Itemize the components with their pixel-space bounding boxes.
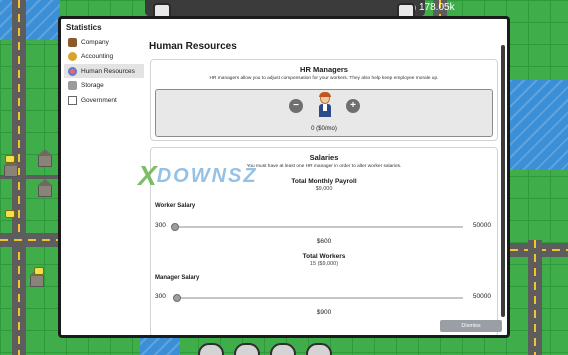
sidebar-item-label: Company	[81, 38, 109, 46]
salaries-panel: Salaries You must have at least one HR m…	[150, 147, 498, 335]
toolbar-button[interactable]	[306, 343, 332, 355]
house[interactable]	[37, 149, 53, 167]
manager-salary-label: Manager Salary	[155, 275, 200, 281]
worker-salary-handle[interactable]	[170, 223, 179, 231]
dismiss-button[interactable]: Dismiss	[440, 320, 502, 332]
total-payroll-value: $9,000	[315, 186, 333, 192]
total-workers-label: Total Workers	[302, 253, 346, 260]
manager-salary-min: 300	[155, 293, 166, 300]
money-value: 178.05k	[419, 2, 455, 13]
sidebar-item-label: Storage	[81, 82, 104, 89]
page-title: Human Resources	[149, 41, 237, 52]
worker-salary-slider[interactable]: 300 50000	[155, 222, 491, 232]
manager-salary-handle[interactable]	[172, 294, 181, 302]
sidebar-item-storage[interactable]: Storage	[64, 79, 144, 93]
house[interactable]	[29, 269, 45, 287]
hr-managers-control: − + 0 ($0/mo)	[155, 89, 493, 137]
toolbar-button[interactable]	[270, 343, 296, 355]
briefcase-icon	[68, 37, 77, 47]
government-icon	[68, 95, 77, 105]
sidebar-item-company[interactable]: Company	[64, 35, 144, 49]
sidebar-item-accounting[interactable]: Accounting	[64, 50, 144, 64]
worker-salary-track[interactable]	[170, 223, 463, 231]
hr-manager-count: 0 ($0/mo)	[311, 126, 337, 132]
water-tile	[510, 80, 568, 170]
manager-salary-value: $900	[316, 309, 332, 316]
hr-managers-description: HR managers allow you to adjust compensa…	[209, 76, 439, 81]
notification-icon[interactable]	[5, 210, 15, 218]
house[interactable]	[37, 179, 53, 197]
road	[0, 233, 60, 247]
decrease-hr-button[interactable]: −	[289, 99, 303, 113]
sidebar-item-government[interactable]: Government	[64, 93, 144, 107]
sidebar-item-human-resources[interactable]: Human Resources	[64, 64, 144, 78]
salaries-heading: Salaries	[309, 153, 339, 162]
worker-salary-value: $600	[316, 238, 332, 245]
toolbar-button[interactable]	[198, 343, 224, 355]
manager-salary-track[interactable]	[172, 294, 463, 302]
total-workers-value: 15 ($9,000)	[309, 261, 339, 267]
total-payroll-label: Total Monthly Payroll	[291, 178, 357, 185]
top-hud: 178.05k	[145, 0, 455, 21]
sidebar-item-label: Human Resources	[81, 67, 135, 75]
sidebar-item-label: Accounting	[81, 53, 114, 60]
modal-title: Statistics	[66, 23, 102, 32]
notification-icon[interactable]	[5, 155, 15, 163]
manager-salary-max: 50000	[472, 293, 491, 300]
notification-icon[interactable]	[34, 267, 44, 275]
content-pane[interactable]: Human Resources HR Managers HR managers …	[147, 41, 503, 335]
worker-salary-max: 50000	[472, 222, 491, 229]
coins-icon	[68, 52, 77, 61]
scrollbar-thumb[interactable]	[501, 45, 505, 317]
scrollbar[interactable]	[501, 39, 505, 329]
hr-manager-avatar	[317, 92, 333, 119]
road	[528, 240, 542, 355]
statistics-modal: Statistics Company Accounting Human Reso…	[58, 16, 510, 338]
worker-salary-min: 300	[155, 222, 166, 229]
salaries-description: You must have at least one HR manager in…	[246, 164, 402, 169]
hr-managers-heading: HR Managers	[300, 65, 348, 74]
worker-salary-label: Worker Salary	[155, 203, 196, 209]
house[interactable]	[3, 159, 19, 177]
toolbar-button[interactable]	[234, 343, 260, 355]
manager-salary-slider[interactable]: 300 50000	[155, 293, 491, 303]
increase-hr-button[interactable]: +	[346, 99, 360, 113]
sidebar: Company Accounting Human Resources Stora…	[64, 35, 144, 108]
sidebar-item-label: Government	[81, 96, 117, 104]
people-icon	[68, 66, 77, 76]
water-tile	[0, 0, 60, 40]
hr-managers-panel: HR Managers HR managers allow you to adj…	[150, 59, 498, 141]
warehouse-icon	[68, 81, 77, 90]
